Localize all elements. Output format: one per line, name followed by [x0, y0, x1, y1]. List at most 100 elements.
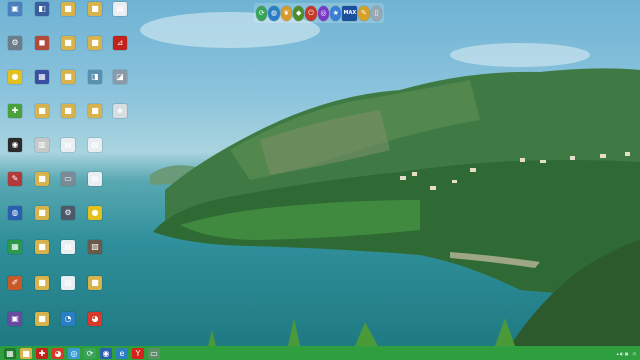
desktop-shortcut[interactable]: ■: [82, 2, 108, 32]
globe-icon: ◍: [8, 206, 22, 220]
document-icon: ▤: [88, 172, 102, 186]
document-icon: ▤: [113, 2, 127, 16]
gear-icon: ⚙: [61, 206, 75, 220]
desktop-shortcut[interactable]: ■: [82, 36, 108, 66]
clock-icon[interactable]: ◷: [633, 351, 637, 356]
printer-icon: ▭: [61, 172, 75, 186]
app-icon: ◈: [113, 104, 127, 118]
tool-icon: ✚: [8, 104, 22, 118]
desktop-shortcut[interactable]: ■: [55, 2, 81, 32]
trash-icon[interactable]: ▯: [370, 5, 382, 21]
desktop-shortcut[interactable]: ■: [29, 312, 55, 342]
ring-icon[interactable]: ◎: [317, 5, 330, 21]
desktop-shortcut[interactable]: ■: [29, 276, 55, 306]
leaf-icon[interactable]: ❦: [280, 5, 293, 21]
computer-icon: ▣: [8, 2, 22, 16]
desktop-shortcut[interactable]: ▤: [107, 2, 133, 32]
app-icon[interactable]: ◎: [68, 347, 80, 359]
desktop-shortcut[interactable]: ●: [2, 70, 28, 100]
explorer-icon[interactable]: ■: [20, 347, 32, 359]
desktop-shortcut[interactable]: ▤: [55, 138, 81, 168]
tool-icon[interactable]: ✚: [36, 347, 48, 359]
network-icon: ◨: [88, 70, 102, 84]
desktop-shortcut[interactable]: ◉: [2, 138, 28, 168]
desktop-shortcut[interactable]: ◕: [82, 312, 108, 342]
desktop-shortcut[interactable]: ■: [29, 172, 55, 202]
folder-icon: ■: [61, 70, 75, 84]
desktop-shortcut[interactable]: ■: [29, 206, 55, 236]
desktop-shortcut[interactable]: ▭: [55, 172, 81, 202]
chrome-icon[interactable]: ◕: [52, 347, 64, 359]
power-icon[interactable]: ⏻: [305, 5, 317, 21]
monitor-icon: ▣: [8, 312, 22, 326]
desktop-shortcut[interactable]: ▥: [29, 138, 55, 168]
desktop-shortcut[interactable]: ▤: [55, 240, 81, 270]
desktop-shortcut[interactable]: ■: [55, 36, 81, 66]
desktop-shortcut[interactable]: ⚙: [2, 36, 28, 66]
desktop-shortcut[interactable]: ■: [55, 104, 81, 134]
desktop-shortcut[interactable]: ■: [29, 104, 55, 134]
desktop: ⟳ ◍ ❦ ◆ ⏻ ◎ ★ MAX ✎ ▯ ▣ ◧ ■ ■ ▤ ⚙ ◼ ■ ■ ⊿ ● ▦ ■ ◨ ◪ ✚ ■ ■ ■ ◈ ◉ ▥ ▤ ▤ ✎ ■ ▭…: [0, 0, 640, 346]
folder-icon: ■: [35, 104, 49, 118]
tray-icons[interactable]: ▴ ◐ ▦: [617, 351, 629, 356]
sync-icon[interactable]: ⟳: [256, 5, 268, 21]
brush-icon: ✐: [8, 276, 22, 290]
document-icon: ▤: [61, 240, 75, 254]
desktop-shortcut[interactable]: ◪: [107, 70, 133, 100]
desktop-shortcut[interactable]: ◧: [29, 2, 55, 32]
desktop-shortcut[interactable]: ■: [82, 276, 108, 306]
yandex-icon[interactable]: Y: [132, 347, 144, 359]
window-icon[interactable]: ▭: [148, 347, 160, 359]
desktop-shortcut[interactable]: ⊿: [107, 36, 133, 66]
desktop-shortcut[interactable]: ✐: [2, 276, 28, 306]
start-icon[interactable]: ▦: [4, 347, 16, 359]
folder-icon: ■: [35, 172, 49, 186]
folder-icon: ■: [88, 36, 102, 50]
folder-icon: ■: [35, 276, 49, 290]
bee-icon: ●: [8, 70, 22, 84]
sync-icon[interactable]: ⟳: [84, 347, 96, 359]
folder-icon: ■: [88, 276, 102, 290]
pen-icon[interactable]: ✎: [358, 5, 370, 21]
settings-icon: ⚙: [8, 36, 22, 50]
taskbar: ▦ ■ ✚ ◕ ◎ ⟳ ◉ e Y ▭ ▴ ◐ ▦ ◷: [0, 346, 640, 360]
star-icon[interactable]: ★: [330, 5, 342, 21]
document-icon: ▤: [61, 276, 75, 290]
folder-icon: ■: [35, 240, 49, 254]
document-icon: ▤: [61, 138, 75, 152]
desktop-shortcut[interactable]: ✎: [2, 172, 28, 202]
ie-icon[interactable]: e: [116, 347, 128, 359]
calculator-icon: ▦: [8, 240, 22, 254]
desktop-shortcut[interactable]: ▣: [2, 312, 28, 342]
pdf-icon: ⊿: [113, 36, 127, 50]
shield-icon[interactable]: ◆: [293, 5, 305, 21]
desktop-shortcut[interactable]: ▤: [55, 276, 81, 306]
desktop-shortcut[interactable]: ◔: [55, 312, 81, 342]
desktop-shortcut[interactable]: ▤: [82, 138, 108, 168]
desktop-shortcut[interactable]: ▣: [2, 2, 28, 32]
desktop-shortcut[interactable]: ✚: [2, 104, 28, 134]
desktop-shortcut[interactable]: ■: [29, 240, 55, 270]
desktop-shortcut[interactable]: ◈: [107, 104, 133, 134]
desktop-shortcut[interactable]: ▦: [2, 240, 28, 270]
paint-icon: ✎: [8, 172, 22, 186]
desktop-shortcut[interactable]: ◍: [2, 206, 28, 236]
dock-bar: ⟳ ◍ ❦ ◆ ⏻ ◎ ★ MAX ✎ ▯: [254, 3, 384, 23]
desktop-shortcut[interactable]: ▦: [29, 70, 55, 100]
folder-icon: ■: [61, 36, 75, 50]
desktop-shortcut[interactable]: ▤: [82, 172, 108, 202]
folder-icon: ■: [88, 2, 102, 16]
folder-icon: ■: [35, 206, 49, 220]
system-tray[interactable]: ▴ ◐ ▦ ◷: [617, 346, 636, 360]
desktop-shortcut[interactable]: ●: [82, 206, 108, 236]
desktop-shortcut[interactable]: ■: [55, 70, 81, 100]
desktop-shortcut[interactable]: ■: [82, 104, 108, 134]
desktop-shortcut[interactable]: ◼: [29, 36, 55, 66]
globe-icon[interactable]: ◍: [268, 5, 280, 21]
desktop-shortcut[interactable]: ◨: [82, 70, 108, 100]
desktop-shortcut[interactable]: ⚙: [55, 206, 81, 236]
desktop-shortcut[interactable]: ▨: [82, 240, 108, 270]
max-label[interactable]: MAX: [342, 5, 358, 21]
help-icon: ◔: [61, 312, 75, 326]
media-icon[interactable]: ◉: [100, 347, 112, 359]
